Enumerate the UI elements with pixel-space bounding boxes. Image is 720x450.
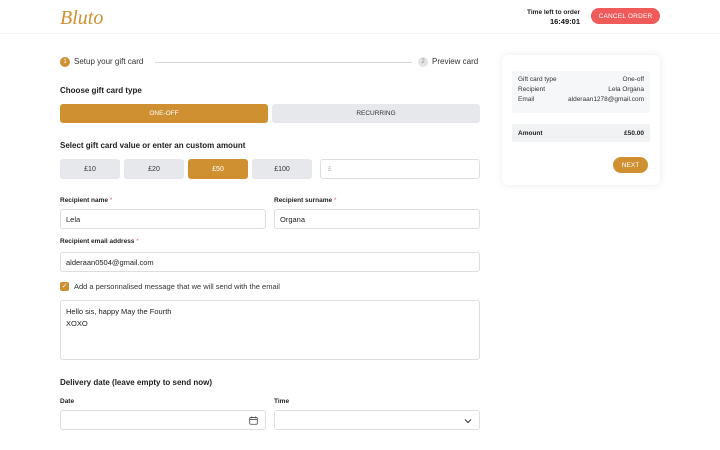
recipient-email-input[interactable]: alderaan0504@gmail.com xyxy=(60,252,480,272)
step-connector xyxy=(155,62,412,63)
delivery-time-select[interactable] xyxy=(274,410,480,430)
amount-100-button[interactable]: £100 xyxy=(252,159,312,179)
summary-amount: Amount £50.00 xyxy=(512,124,650,142)
summary-value: Lela Organa xyxy=(608,86,644,93)
next-button[interactable]: NEXT xyxy=(613,157,648,173)
timer-value: 16:49:01 xyxy=(549,17,580,26)
order-timer: Time left to order 16:49:01 xyxy=(520,8,580,26)
timer-label: Time left to order xyxy=(527,9,580,16)
amount-20-button[interactable]: £20 xyxy=(124,159,184,179)
required-mark: * xyxy=(136,238,139,245)
amount-label: Amount xyxy=(518,129,543,137)
calendar-icon[interactable] xyxy=(249,416,258,425)
summary-key: Gift card type xyxy=(518,76,557,83)
summary-row: Gift card type One-off xyxy=(518,75,644,85)
amount-value: £50.00 xyxy=(624,129,644,137)
recipient-surname-label: Recipient surname * xyxy=(274,197,337,204)
personal-message-toggle[interactable]: ✓ Add a personnalised message that we wi… xyxy=(60,281,280,291)
message-line: Hello sis, happy May the Fourth xyxy=(66,307,172,316)
step-1-label: Setup your gift card xyxy=(74,57,144,66)
summary-value: alderaan1278@gmail.com xyxy=(568,96,644,103)
summary-row: Recipient Lela Organa xyxy=(518,85,644,95)
one-off-button[interactable]: ONE-OFF xyxy=(60,104,268,123)
summary-details: Gift card type One-off Recipient Lela Or… xyxy=(512,71,650,113)
recipient-surname-label-text: Recipient surname xyxy=(274,197,333,204)
recipient-name-input[interactable]: Lela xyxy=(60,209,266,229)
required-mark: * xyxy=(333,197,337,204)
top-header: Bluto Time left to order 16:49:01 CANCEL… xyxy=(0,0,720,34)
svg-text:Bluto: Bluto xyxy=(60,7,103,29)
progress-stepper: 1 Setup your gift card 2 Preview card xyxy=(60,56,480,68)
personal-message-label: Add a personnalised message that we will… xyxy=(74,281,280,291)
step-2-indicator: 2 xyxy=(418,57,428,67)
time-label: Time xyxy=(274,398,290,405)
message-line: XOXO xyxy=(66,319,88,328)
bluto-logo[interactable]: Bluto xyxy=(60,5,120,29)
required-mark: * xyxy=(109,197,113,204)
step-2-label[interactable]: Preview card xyxy=(432,57,478,67)
personal-message-textarea[interactable]: Hello sis, happy May the Fourth XOXO xyxy=(60,300,480,360)
recipient-name-label: Recipient name * xyxy=(60,197,112,204)
amount-10-button[interactable]: £10 xyxy=(60,159,120,179)
card-type-title: Choose gift card type xyxy=(60,86,142,95)
delivery-title: Delivery date (leave empty to send now) xyxy=(60,378,213,387)
recipient-name-label-text: Recipient name xyxy=(60,197,109,204)
recurring-button[interactable]: RECURRING xyxy=(272,104,480,123)
amount-title: Select gift card value or enter an custo… xyxy=(60,141,246,150)
summary-value: One-off xyxy=(622,76,644,83)
step-1-indicator: 1 xyxy=(60,57,70,67)
date-label: Date xyxy=(60,398,75,405)
summary-key: Recipient xyxy=(518,86,546,93)
chevron-down-icon xyxy=(464,419,472,424)
summary-key: Email xyxy=(518,96,535,103)
summary-row: Email alderaan1278@gmail.com xyxy=(518,95,644,105)
recipient-surname-input[interactable]: Organa xyxy=(274,209,480,229)
recipient-email-label: Recipient email address * xyxy=(60,238,139,245)
order-summary-card: Gift card type One-off Recipient Lela Or… xyxy=(502,55,660,185)
recipient-email-label-text: Recipient email address xyxy=(60,238,135,245)
amount-50-button[interactable]: £50 xyxy=(188,159,248,179)
cancel-order-button[interactable]: CANCEL ORDER xyxy=(591,8,660,24)
personal-message-checkbox[interactable]: ✓ xyxy=(60,281,69,291)
delivery-date-input[interactable] xyxy=(60,410,266,430)
custom-amount-input[interactable]: £ xyxy=(320,159,480,179)
